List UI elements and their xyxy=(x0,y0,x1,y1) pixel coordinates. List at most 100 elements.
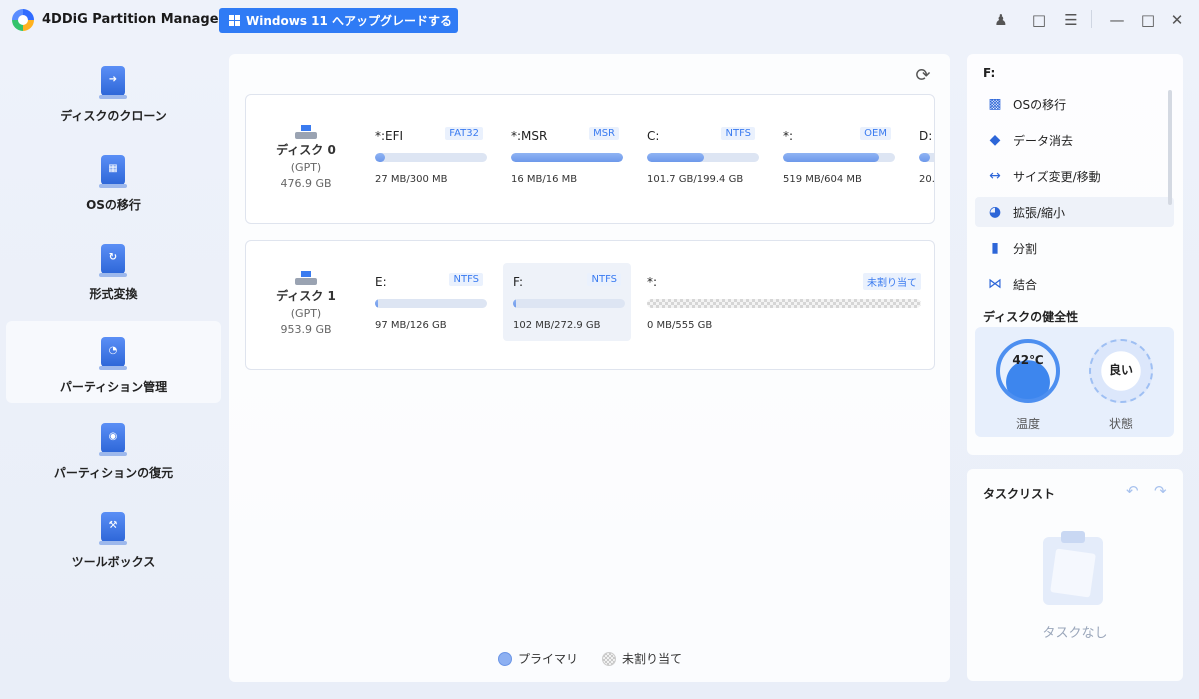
partition-recovery-icon: ◉ xyxy=(99,423,127,456)
disk-drive-icon xyxy=(295,125,317,139)
unallocated-swatch-icon xyxy=(602,651,617,666)
operations-panel: F: ▩ OSの移行 ◆ データ消去 ↔ サイズ変更/移動 ◕ 拡張/縮小 ▮ … xyxy=(967,54,1183,455)
unallocated-bar xyxy=(647,299,921,308)
sidebar-item-label: ツールボックス xyxy=(71,555,156,569)
partition-name: C: xyxy=(647,129,660,143)
sidebar-item-partition-management[interactable]: ◔ パーティション管理 xyxy=(6,321,221,403)
filesystem-badge: NTFS xyxy=(449,273,483,286)
filesystem-badge: MSR xyxy=(589,127,619,140)
upgrade-button[interactable]: Windows 11 へアップグレードする xyxy=(219,8,458,33)
empty-clipboard-icon xyxy=(1043,531,1103,605)
disk-card[interactable]: ディスク 1 (GPT) 953.9 GB E: NTFS 97 MB/126 … xyxy=(245,240,935,370)
partition-name: F: xyxy=(513,275,524,289)
sidebar-item-label: 形式変換 xyxy=(89,287,138,301)
legend-unallocated: 未割り当て xyxy=(602,650,682,667)
user-icon[interactable]: ♟ xyxy=(991,10,1011,30)
usage-bar xyxy=(513,299,625,308)
filesystem-badge: 未割り当て xyxy=(863,273,921,290)
partition-icon: ◔ xyxy=(99,337,127,370)
legend-primary: プライマリ xyxy=(498,650,578,667)
merge-icon: ⋈ xyxy=(988,276,1002,292)
status-gauge: 良い xyxy=(1089,339,1153,403)
partition-name: D: xyxy=(919,129,933,143)
partition-usage: 102 MB/272.9 GB xyxy=(513,320,601,331)
usage-bar xyxy=(919,153,934,162)
maximize-icon[interactable]: □ xyxy=(1138,10,1158,30)
sidebar-item-os-migration[interactable]: ▦ OSの移行 xyxy=(6,139,221,221)
undo-icon[interactable]: ↶ xyxy=(1126,482,1139,500)
op-label: サイズ変更/移動 xyxy=(1013,169,1101,184)
partition-block[interactable]: E: NTFS 97 MB/126 GB xyxy=(365,241,493,369)
titlebar-divider xyxy=(1091,10,1092,28)
legend: プライマリ 未割り当て xyxy=(498,650,682,667)
partition-usage: 27 MB/300 MB xyxy=(375,174,448,185)
task-list-title: タスクリスト xyxy=(983,487,1056,501)
app-logo-icon xyxy=(12,9,34,31)
toolbox-icon: ⚒ xyxy=(99,512,127,545)
partition-name: *: xyxy=(647,275,658,289)
disk-type: (GPT) xyxy=(290,161,322,174)
partition-usage: 101.7 GB/199.4 GB xyxy=(647,174,744,185)
filesystem-badge: FAT32 xyxy=(445,127,483,140)
disk-card[interactable]: ディスク 0 (GPT) 476.9 GB *:EFI FAT32 27 MB/… xyxy=(245,94,935,224)
partition-block[interactable]: *: OEM 519 MB/604 MB xyxy=(773,95,901,223)
partition-usage: 0 MB/555 GB xyxy=(647,320,713,331)
op-extend-shrink[interactable]: ◕ 拡張/縮小 xyxy=(975,197,1174,227)
sidebar-item-label: パーティションの復元 xyxy=(53,466,174,480)
usage-bar xyxy=(511,153,623,162)
feedback-icon[interactable]: □ xyxy=(1029,10,1049,30)
sidebar-item-convert[interactable]: ↻ 形式変換 xyxy=(6,228,221,310)
os-migration-icon: ▦ xyxy=(99,155,127,188)
disk-health-box: 42℃ 温度 良い 状態 xyxy=(975,327,1174,437)
op-os-migration[interactable]: ▩ OSの移行 xyxy=(975,89,1174,119)
temperature-label: 温度 xyxy=(1015,417,1040,431)
op-label: 結合 xyxy=(1013,277,1038,292)
filesystem-badge: NTFS xyxy=(587,273,621,286)
menu-icon[interactable]: ☰ xyxy=(1061,10,1081,30)
disk-info: ディスク 1 (GPT) 953.9 GB xyxy=(266,241,346,336)
partition-block[interactable]: D: 20. xyxy=(909,95,934,223)
usb-drive-icon xyxy=(295,271,317,285)
partition-block[interactable]: *:MSR MSR 16 MB/16 MB xyxy=(501,95,629,223)
partition-name: *:MSR xyxy=(511,129,548,143)
minimize-icon[interactable]: — xyxy=(1107,10,1127,30)
partition-block[interactable]: C: NTFS 101.7 GB/199.4 GB xyxy=(637,95,765,223)
disk-clone-icon: ➜ xyxy=(99,66,127,99)
sidebar-item-partition-recovery[interactable]: ◉ パーティションの復元 xyxy=(6,407,221,489)
sidebar-item-toolbox[interactable]: ⚒ ツールボックス xyxy=(6,496,221,578)
sidebar-item-label: OSの移行 xyxy=(86,198,141,212)
title-bar: 4DDiG Partition Manager Windows 11 へアップグ… xyxy=(0,0,1199,40)
split-icon: ▮ xyxy=(991,240,999,256)
op-label: OSの移行 xyxy=(1013,97,1067,112)
disk-map-panel: ⟳ ディスク 0 (GPT) 476.9 GB *:EFI FAT32 27 M… xyxy=(229,54,950,682)
disk-size: 953.9 GB xyxy=(280,323,332,336)
temperature-gauge: 42℃ xyxy=(996,339,1060,403)
sidebar-item-label: パーティション管理 xyxy=(59,380,168,394)
op-merge[interactable]: ⋈ 結合 xyxy=(975,269,1174,299)
windows-icon xyxy=(229,15,240,26)
operations-scrollbar[interactable] xyxy=(1168,90,1172,205)
sidebar-item-label: ディスクのクローン xyxy=(60,109,167,123)
usage-bar xyxy=(647,153,759,162)
refresh-icon[interactable]: ⟳ xyxy=(913,66,933,86)
disk-type: (GPT) xyxy=(290,307,322,320)
partition-block[interactable]: *: 未割り当て 0 MB/555 GB xyxy=(637,241,927,369)
op-data-erase[interactable]: ◆ データ消去 xyxy=(975,125,1174,155)
close-icon[interactable]: ✕ xyxy=(1167,10,1187,30)
extend-icon: ◕ xyxy=(988,204,1002,220)
redo-icon[interactable]: ↷ xyxy=(1154,482,1167,500)
os-migration-icon: ▩ xyxy=(988,96,1002,112)
sidebar-item-disk-clone[interactable]: ➜ ディスクのクローン xyxy=(6,50,221,132)
partition-block[interactable]: *:EFI FAT32 27 MB/300 MB xyxy=(365,95,493,223)
resize-icon: ↔ xyxy=(989,168,1001,184)
partition-block-selected[interactable]: F: NTFS 102 MB/272.9 GB xyxy=(503,263,631,341)
partition-name: *: xyxy=(783,129,794,143)
disk-name: ディスク 1 xyxy=(276,289,336,303)
op-split[interactable]: ▮ 分割 xyxy=(975,233,1174,263)
usage-bar xyxy=(783,153,895,162)
op-resize-move[interactable]: ↔ サイズ変更/移動 xyxy=(975,161,1174,191)
disk-name: ディスク 0 xyxy=(276,143,336,157)
disk-health-title: ディスクの健全性 xyxy=(983,310,1079,324)
partition-name: *:EFI xyxy=(375,129,404,143)
partition-usage: 16 MB/16 MB xyxy=(511,174,578,185)
